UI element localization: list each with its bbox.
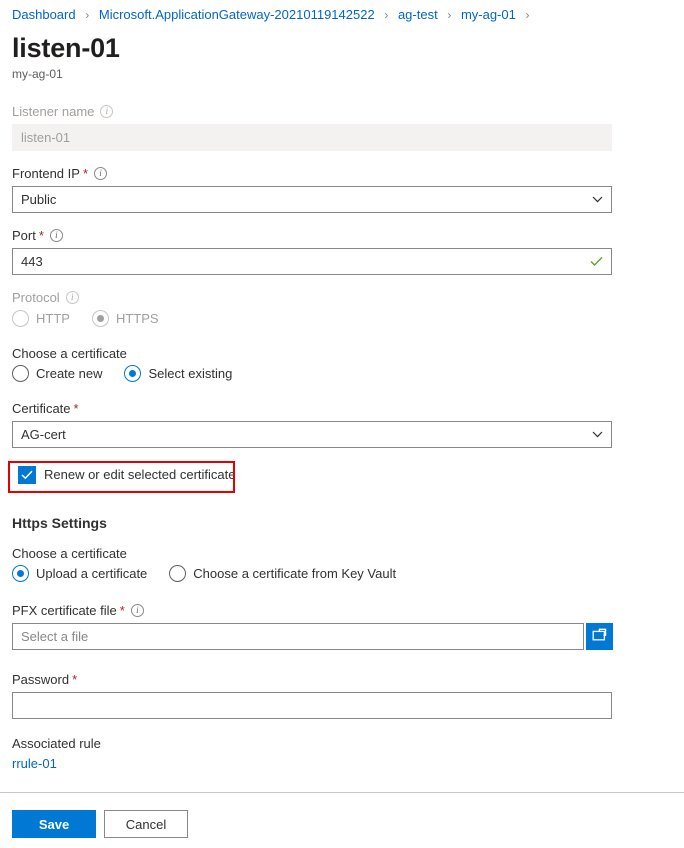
radio-icon-selected — [12, 565, 29, 582]
page-subtitle: my-ag-01 — [12, 67, 684, 82]
field-password: Password * — [12, 671, 672, 719]
field-choose-certificate: Choose a certificate Create new Select e… — [12, 345, 672, 382]
field-associated-rule: Associated rule rrule-01 — [12, 735, 672, 772]
breadcrumb-item-my-ag-01[interactable]: my-ag-01 — [461, 7, 516, 22]
field-https-choose-certificate: Choose a certificate Upload a certificat… — [12, 545, 672, 582]
breadcrumb-item-ag-test[interactable]: ag-test — [398, 7, 438, 22]
listener-settings-form: Listener name i Frontend IP * i Port * i — [0, 103, 684, 772]
radio-icon — [169, 565, 186, 582]
info-icon[interactable]: i — [100, 105, 113, 118]
https-radio-key-vault-label: Choose a certificate from Key Vault — [193, 565, 396, 582]
https-settings-title: Https Settings — [12, 514, 672, 532]
certificate-radio-create-new-label: Create new — [36, 365, 102, 382]
certificate-radio-create-new[interactable]: Create new — [12, 365, 102, 382]
pfx-file-label-text: PFX certificate file — [12, 602, 117, 619]
https-radio-upload-certificate[interactable]: Upload a certificate — [12, 565, 147, 582]
port-input-wrap — [12, 248, 612, 275]
required-asterisk: * — [74, 402, 79, 415]
protocol-radio-http: HTTP — [12, 310, 70, 327]
listener-name-label: Listener name i — [12, 103, 672, 120]
breadcrumb-separator-icon: › — [85, 8, 89, 22]
frontend-ip-label-text: Frontend IP — [12, 165, 80, 182]
frontend-ip-label: Frontend IP * i — [12, 165, 672, 182]
breadcrumb-separator-icon: › — [384, 8, 388, 22]
breadcrumb-separator-icon: › — [525, 8, 529, 22]
field-listener-name: Listener name i — [12, 103, 672, 151]
password-input[interactable] — [12, 692, 612, 719]
choose-certificate-label: Choose a certificate — [12, 345, 672, 362]
breadcrumb: Dashboard › Microsoft.ApplicationGateway… — [0, 0, 684, 23]
info-icon[interactable]: i — [66, 291, 79, 304]
breadcrumb-item-dashboard[interactable]: Dashboard — [12, 7, 76, 22]
required-asterisk: * — [83, 167, 88, 180]
protocol-radio-http-label: HTTP — [36, 310, 70, 327]
breadcrumb-item-resource-group[interactable]: Microsoft.ApplicationGateway-20210119142… — [99, 7, 375, 22]
certificate-radio-select-existing-label: Select existing — [148, 365, 232, 382]
port-label: Port * i — [12, 227, 672, 244]
pfx-file-label: PFX certificate file * i — [12, 602, 672, 619]
associated-rule-label: Associated rule — [12, 735, 672, 752]
field-pfx-certificate-file: PFX certificate file * i — [12, 602, 672, 650]
certificate-select[interactable] — [12, 421, 612, 448]
renew-certificate-checkbox[interactable]: Renew or edit selected certificate — [18, 466, 235, 484]
port-input[interactable] — [12, 248, 612, 275]
protocol-radio-group: HTTP HTTPS — [12, 310, 672, 327]
certificate-label: Certificate * — [12, 400, 672, 417]
renew-checkbox-container: Renew or edit selected certificate — [12, 462, 672, 488]
checkmark-icon — [18, 466, 36, 484]
password-label: Password * — [12, 671, 672, 688]
https-radio-key-vault[interactable]: Choose a certificate from Key Vault — [169, 565, 396, 582]
radio-icon — [12, 365, 29, 382]
footer-actions: Save Cancel — [12, 810, 188, 838]
https-radio-upload-certificate-label: Upload a certificate — [36, 565, 147, 582]
renew-certificate-checkbox-label: Renew or edit selected certificate — [44, 466, 235, 484]
field-certificate: Certificate * — [12, 400, 672, 448]
port-label-text: Port — [12, 227, 36, 244]
certificate-radio-select-existing[interactable]: Select existing — [124, 365, 232, 382]
field-frontend-ip: Frontend IP * i — [12, 165, 672, 213]
associated-rule-link[interactable]: rrule-01 — [12, 756, 57, 771]
frontend-ip-select-wrap — [12, 186, 612, 213]
cancel-button[interactable]: Cancel — [104, 810, 188, 838]
protocol-label: Protocol i — [12, 289, 672, 306]
info-icon[interactable]: i — [50, 229, 63, 242]
pfx-file-row — [12, 623, 672, 650]
page-title: listen-01 — [12, 32, 684, 64]
listener-name-input — [12, 124, 612, 151]
required-asterisk: * — [72, 673, 77, 686]
radio-icon — [12, 310, 29, 327]
folder-open-icon — [592, 628, 607, 645]
listener-name-label-text: Listener name — [12, 103, 94, 120]
protocol-label-text: Protocol — [12, 289, 60, 306]
info-icon[interactable]: i — [94, 167, 107, 180]
frontend-ip-select[interactable] — [12, 186, 612, 213]
choose-certificate-radio-group: Create new Select existing — [12, 365, 672, 382]
radio-icon-selected — [92, 310, 109, 327]
required-asterisk: * — [120, 604, 125, 617]
required-asterisk: * — [39, 229, 44, 242]
footer-divider — [0, 792, 684, 793]
https-choose-certificate-radio-group: Upload a certificate Choose a certificat… — [12, 565, 672, 582]
save-button[interactable]: Save — [12, 810, 96, 838]
browse-file-button[interactable] — [586, 623, 613, 650]
https-choose-certificate-label: Choose a certificate — [12, 545, 672, 562]
radio-icon-selected — [124, 365, 141, 382]
protocol-radio-https: HTTPS — [92, 310, 159, 327]
pfx-file-input[interactable] — [12, 623, 584, 650]
field-port: Port * i — [12, 227, 672, 275]
field-protocol: Protocol i HTTP HTTPS — [12, 289, 672, 327]
protocol-radio-https-label: HTTPS — [116, 310, 159, 327]
certificate-label-text: Certificate — [12, 400, 71, 417]
breadcrumb-separator-icon: › — [447, 8, 451, 22]
password-label-text: Password — [12, 671, 69, 688]
certificate-select-wrap — [12, 421, 612, 448]
info-icon[interactable]: i — [131, 604, 144, 617]
